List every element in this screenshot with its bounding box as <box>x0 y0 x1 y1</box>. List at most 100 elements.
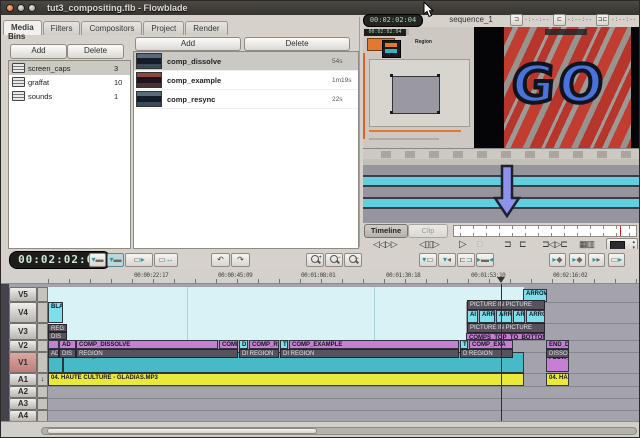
clip-d[interactable]: D <box>239 340 248 349</box>
clip-arr[interactable]: ARR <box>479 310 495 323</box>
compositor-reg[interactable]: REG <box>48 324 67 332</box>
tab-compositors[interactable]: Compositors <box>81 21 142 35</box>
track-indicator-A3[interactable] <box>37 398 48 410</box>
bin-row-graffat[interactable]: graffat10 <box>9 75 130 89</box>
clip-ai[interactable]: AI <box>467 310 478 323</box>
clip-ad[interactable]: AD <box>59 340 76 349</box>
monitor-tab-timeline[interactable]: Timeline <box>364 224 408 238</box>
clip-blank[interactable] <box>48 323 466 340</box>
range-overwrite-button[interactable]: ▭▸ <box>125 253 153 267</box>
monitor-tab-clip[interactable]: Clip <box>408 224 448 238</box>
track-head-V5[interactable]: V5 <box>9 287 37 302</box>
bin-row-screen_caps[interactable]: screen_caps3 <box>9 61 130 75</box>
zoom-in-button[interactable]: + <box>306 253 324 267</box>
tab-render[interactable]: Render <box>185 21 227 35</box>
compositor-dis[interactable]: DIS <box>59 349 76 358</box>
media-add-button[interactable]: Add <box>135 37 241 51</box>
track-head-A3[interactable]: A3 <box>9 398 37 410</box>
bins-add-button[interactable]: Add <box>10 44 67 59</box>
clip-t[interactable]: T <box>280 340 288 349</box>
track-head-A1[interactable]: A1 <box>9 373 37 386</box>
compositor-di-region[interactable]: DI REGION <box>280 349 459 358</box>
tab-project[interactable]: Project <box>143 21 184 35</box>
media-thumbnail <box>136 53 162 69</box>
zoom-out-button[interactable]: − <box>325 253 343 267</box>
bin-row-sounds[interactable]: sounds1 <box>9 89 130 103</box>
close-icon[interactable] <box>6 4 14 12</box>
track-indicator-V1[interactable] <box>37 352 48 373</box>
clip-arr[interactable]: ARR <box>496 310 512 323</box>
undo-button[interactable]: ↶ <box>211 253 230 267</box>
minimize-icon[interactable] <box>17 4 25 12</box>
mark-out-icon[interactable]: ⊏ <box>553 14 566 26</box>
timeline-tracks-area[interactable]: V5V4V3V2V1A1↓A2A3A4PLAPLANSSI_BG.PNGFLOW… <box>1 284 640 423</box>
clip-blank[interactable] <box>48 340 59 349</box>
clip-04-haute-culture-gladias-mp3[interactable]: 04. HAUTE CULTURE - GLADIAS.MP3 <box>48 373 524 386</box>
lift-button[interactable]: ▾◂ <box>438 253 456 267</box>
compositor-dissolv[interactable]: DISSOLV <box>546 349 569 358</box>
media-item-comp_example[interactable]: comp_example1m19s <box>134 71 358 90</box>
mark-in-icon[interactable]: ⊐ <box>510 14 523 26</box>
clip-comp-exa[interactable]: COMP_EXA <box>469 340 513 349</box>
pull-next-button[interactable]: ▸▸ <box>588 253 605 267</box>
clip-comp-r[interactable]: COMP_R <box>249 340 279 349</box>
clip-04-ha[interactable]: 04. HA <box>546 373 569 386</box>
overwrite-tool-button[interactable]: ▾▬ <box>107 253 124 267</box>
clip-blank[interactable] <box>187 287 188 340</box>
track-indicator-V5[interactable] <box>37 287 48 302</box>
monitor-position-bar[interactable] <box>453 225 637 237</box>
track-head-V2[interactable]: V2 <box>9 340 37 352</box>
track-indicator-V2[interactable] <box>37 340 48 352</box>
maximize-icon[interactable] <box>28 4 36 12</box>
timeline-ruler[interactable]: 00:00:22:1700:00:45:0900:01:08:0100:01:3… <box>1 269 640 284</box>
monitor-timecode: 00:02:02:04 <box>363 14 423 27</box>
clip-arr[interactable]: ARR <box>513 310 525 323</box>
tab-filters[interactable]: Filters <box>43 21 81 35</box>
compositor-picture-in-picture[interactable]: PICTURE IN PICTURE <box>467 323 545 333</box>
compositor-d-region[interactable]: D REGION <box>460 349 513 358</box>
track-indicator-V4[interactable] <box>37 302 48 323</box>
track-head-V1[interactable]: V1 <box>9 352 37 373</box>
clip-comps-top-to-bottom-e[interactable]: COMPS_TOP_TO_BOTTOM_E <box>466 333 545 340</box>
compositor-add[interactable]: ADD <box>48 349 59 358</box>
media-delete-button[interactable]: Delete <box>244 37 350 51</box>
compositor-picture-in-picture[interactable]: PICTURE IN PICTURE <box>467 300 545 310</box>
bins-delete-button[interactable]: Delete <box>67 44 124 59</box>
clip-blank[interactable] <box>48 287 524 302</box>
track-head-A2[interactable]: A2 <box>9 386 37 398</box>
insert-tool-button[interactable]: ▾▬ <box>89 253 106 267</box>
track-indicator-A2[interactable] <box>37 386 48 398</box>
splice-out-button[interactable]: ▾▭ <box>419 253 437 267</box>
clip-comp-example[interactable]: COMP_EXAMPLE <box>289 340 459 349</box>
compositor-di-region[interactable]: DI REGION <box>239 349 279 358</box>
clip-comp-dissolve[interactable]: COMP_DISSOLVE <box>76 340 218 349</box>
marks-length-icon[interactable]: ⊐⊏ <box>596 14 609 26</box>
append-clip-button[interactable]: ▸◆ <box>569 253 586 267</box>
clip-end-d[interactable]: END_D <box>546 340 569 349</box>
track-indicator-A1[interactable]: ↓ <box>37 373 48 386</box>
ruler-label: 00:01:30:18 <box>386 272 420 279</box>
range-append-button[interactable]: ▭↔ <box>154 253 178 267</box>
compositor-dis[interactable]: DIS <box>48 332 67 340</box>
track-head-V4[interactable]: V4 <box>9 302 37 323</box>
media-item-comp_resync[interactable]: comp_resync22s <box>134 90 358 109</box>
clip-t[interactable]: T <box>460 340 468 349</box>
redo-button[interactable]: ↷ <box>231 253 250 267</box>
monitor-insert-button[interactable]: ▭▸ <box>608 253 625 267</box>
clip-arrow-b[interactable]: ARROW_B <box>526 310 545 323</box>
cut-button[interactable]: ▸▬◂ <box>476 253 494 267</box>
media-item-comp_dissolve[interactable]: comp_dissolve54s <box>134 52 358 71</box>
overwrite-range-button[interactable]: ▸◆ <box>549 253 566 267</box>
zoom-fit-button[interactable]: ↔ <box>344 253 362 267</box>
track-indicator-V3[interactable] <box>37 323 48 340</box>
track-head-V3[interactable]: V3 <box>9 323 37 340</box>
resync-button[interactable]: ⊏⊐ <box>457 253 475 267</box>
compositor-region[interactable]: REGION <box>76 349 238 358</box>
clip-blank[interactable] <box>63 302 466 323</box>
clip-comp[interactable]: COMP <box>219 340 238 349</box>
stop-button[interactable]: □ <box>477 239 481 249</box>
ruler-label: 00:01:08:01 <box>301 272 335 279</box>
clip-bla[interactable]: BLA <box>48 302 63 323</box>
timeline-scrollbar-handle[interactable] <box>47 428 317 434</box>
clip-blank[interactable] <box>374 287 375 340</box>
